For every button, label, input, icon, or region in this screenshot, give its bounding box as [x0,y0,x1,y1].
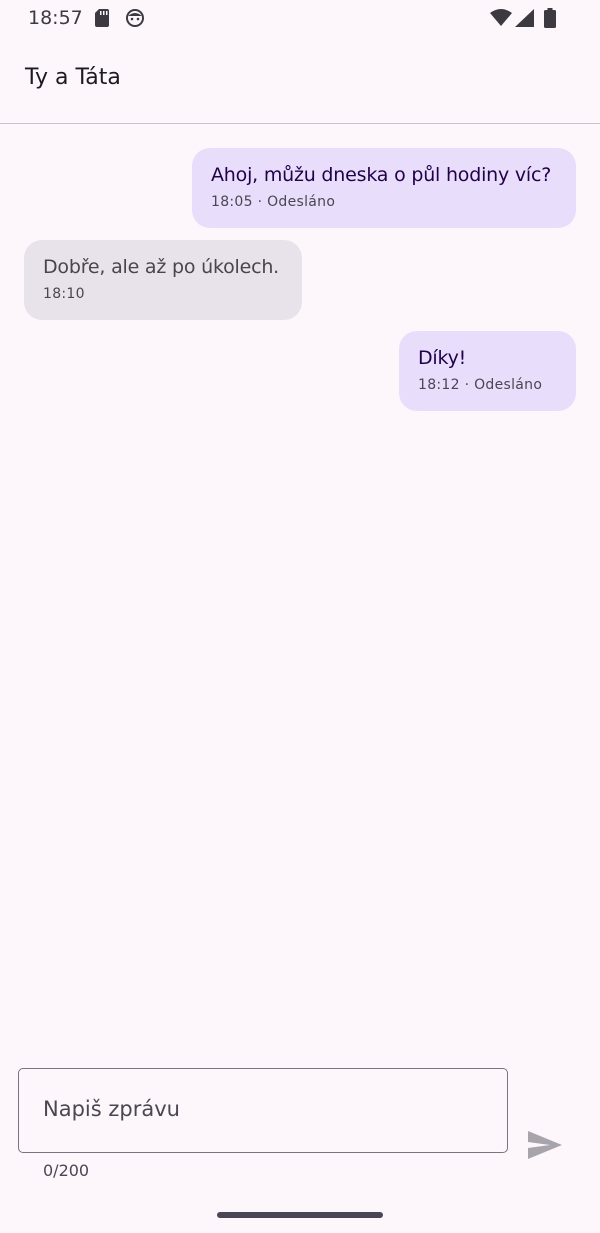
status-bar: 18:57 [0,0,600,40]
conversation-title: Ty a Táta [25,65,121,90]
message-text: Díky! [418,347,467,369]
app-bar: Ty a Táta [0,40,600,124]
status-time: 18:57 [28,7,83,29]
send-icon [527,1130,563,1164]
message-text: Dobře, ale až po úkolech. [43,256,279,278]
battery-icon [544,8,556,32]
message-bubble-sent[interactable]: Díky! 18:12 · Odesláno [399,331,576,411]
character-counter: 0/200 [43,1161,90,1180]
message-meta: 18:10 [43,286,85,302]
message-bubble-sent[interactable]: Ahoj, můžu dneska o půl hodiny víc? 18:0… [192,148,576,228]
sd-card-icon [95,9,109,31]
message-input-placeholder: Napiš zprávu [43,1097,180,1121]
signal-icon [515,9,535,31]
message-meta: 18:12 · Odesláno [418,377,543,393]
face-icon [125,8,145,32]
wifi-icon [490,9,512,31]
send-button[interactable] [522,1125,568,1169]
message-meta: 18:05 · Odesláno [211,194,336,210]
message-input[interactable]: Napiš zprávu [18,1068,508,1153]
home-indicator[interactable] [217,1212,383,1218]
message-text: Ahoj, můžu dneska o půl hodiny víc? [211,164,552,186]
message-bubble-received[interactable]: Dobře, ale až po úkolech. 18:10 [24,240,302,320]
